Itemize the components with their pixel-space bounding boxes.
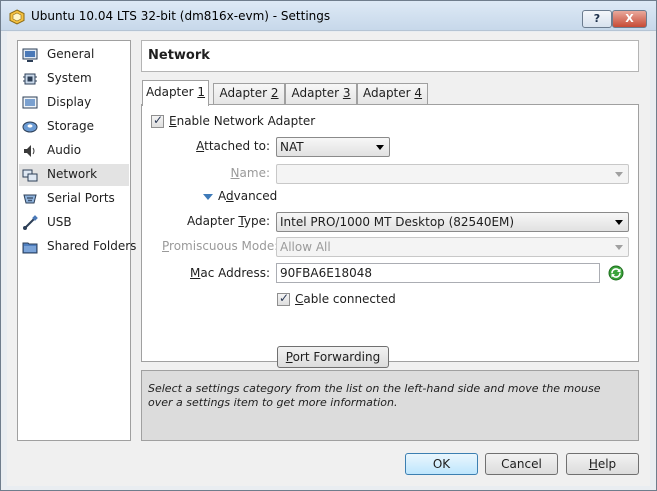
mac-address-label: Mac Address: <box>190 266 270 280</box>
check-icon: ✓ <box>153 113 164 127</box>
tab-adapter-3[interactable]: Adapter 3 <box>285 83 357 105</box>
tab-mnemonic: 1 <box>197 85 206 99</box>
ok-button[interactable]: OK <box>405 453 478 475</box>
attached-to-label: Attached to: <box>196 139 270 153</box>
sidebar-item-label: USB <box>47 215 72 229</box>
tab-label: Adapter <box>362 86 415 100</box>
promiscuous-mode-select[interactable]: Allow All <box>276 237 629 257</box>
tab-mnemonic: 3 <box>342 86 351 100</box>
check-icon: ✓ <box>279 291 290 305</box>
refresh-icon[interactable] <box>608 265 624 281</box>
tab-mnemonic: 4 <box>414 86 423 100</box>
dropdown-arrow-icon <box>615 245 623 250</box>
promiscuous-mode-value: Allow All <box>280 240 331 254</box>
tab-adapter-1[interactable]: Adapter 1 <box>142 80 209 106</box>
sidebar-item-label: Network <box>47 167 98 181</box>
title-bar[interactable]: Ubuntu 10.04 LTS 32-bit (dm816x-evm) - S… <box>1 1 656 31</box>
cable-connected-label[interactable]: Cable connected <box>295 292 396 306</box>
virtualbox-icon <box>9 9 25 25</box>
speaker-icon <box>24 145 35 157</box>
title-help-button[interactable]: ? <box>582 10 612 28</box>
usb-icon <box>23 215 38 230</box>
enable-adapter-checkbox[interactable]: ✓ <box>151 113 164 128</box>
attached-to-select[interactable]: NAT <box>276 137 390 157</box>
mac-address-value: 90FBA6E18048 <box>280 266 373 280</box>
sidebar-item-system[interactable]: System <box>19 68 129 90</box>
sidebar-item-serial-ports[interactable]: Serial Ports <box>19 188 129 210</box>
sidebar-item-display[interactable]: Display <box>19 92 129 114</box>
sidebar-item-audio[interactable]: Audio <box>19 140 129 162</box>
chip-icon <box>23 73 37 85</box>
disc-icon <box>22 121 38 133</box>
folder-icon <box>22 242 38 254</box>
sidebar-item-label: General <box>47 47 95 61</box>
sidebar-item-label: Display <box>47 95 92 109</box>
tab-label: Adapter <box>219 86 271 100</box>
sidebar-item-storage[interactable]: Storage <box>19 116 129 138</box>
advanced-toggle[interactable]: Advanced <box>218 189 277 203</box>
cancel-button[interactable]: Cancel <box>485 453 558 475</box>
mac-address-field[interactable]: 90FBA6E18048 <box>276 263 600 283</box>
dialog-body: General System Display Storage Audio Net… <box>7 32 650 486</box>
sidebar-item-label: Storage <box>47 119 94 133</box>
dropdown-arrow-icon <box>615 172 623 177</box>
adapter-type-label: Adapter Type: <box>186 214 270 228</box>
sidebar-item-general[interactable]: General <box>19 44 129 66</box>
tab-adapter-2[interactable]: Adapter 2 <box>213 83 285 105</box>
sidebar-item-label: Serial Ports <box>47 191 115 205</box>
tab-adapter-4[interactable]: Adapter 4 <box>357 83 428 105</box>
display-icon <box>22 96 38 109</box>
port-forwarding-button[interactable]: Port Forwarding <box>277 346 389 368</box>
enable-adapter-label[interactable]: Enable Network Adapter <box>169 114 315 128</box>
sidebar-item-shared-folders[interactable]: Shared Folders <box>19 236 136 258</box>
info-text: Select a settings category from the list… <box>148 382 601 409</box>
sidebar-item-label: Audio <box>47 143 82 157</box>
tab-mnemonic: 2 <box>270 86 279 100</box>
sidebar-item-label: System <box>47 71 92 85</box>
adapter-type-select[interactable]: Intel PRO/1000 MT Desktop (82540EM) <box>276 212 629 232</box>
settings-window: Ubuntu 10.04 LTS 32-bit (dm816x-evm) - S… <box>0 0 657 491</box>
page-header: Network <box>141 40 639 72</box>
cable-connected-checkbox[interactable]: ✓ <box>277 291 290 306</box>
sidebar-item-usb[interactable]: USB <box>19 212 129 234</box>
monitor-icon <box>22 48 38 62</box>
page-title: Network <box>148 48 210 63</box>
expand-arrow-icon[interactable] <box>203 194 213 200</box>
attached-to-value: NAT <box>280 140 304 154</box>
tab-label: Adapter <box>145 85 198 99</box>
network-icon <box>22 169 38 182</box>
sidebar-item-label: Shared Folders <box>47 239 137 253</box>
name-select[interactable] <box>276 164 629 184</box>
info-box: Select a settings category from the list… <box>141 370 639 441</box>
help-button[interactable]: Help <box>566 453 639 475</box>
title-close-button[interactable]: X <box>612 10 647 28</box>
sidebar-item-network[interactable]: Network <box>19 164 129 186</box>
window-title: Ubuntu 10.04 LTS 32-bit (dm816x-evm) - S… <box>31 9 331 23</box>
dropdown-arrow-icon <box>615 220 623 225</box>
dropdown-arrow-icon <box>376 145 384 150</box>
promiscuous-mode-label: Promiscuous Mode: <box>162 239 279 253</box>
category-list[interactable]: General System Display Storage Audio Net… <box>17 40 136 441</box>
serial-port-icon <box>23 194 37 204</box>
tab-label: Adapter <box>291 86 343 100</box>
adapter-type-value: Intel PRO/1000 MT Desktop (82540EM) <box>280 215 515 229</box>
name-label: Name: <box>230 166 270 180</box>
adapter-panel: ✓ Enable Network Adapter Attached to: NA… <box>141 104 639 368</box>
